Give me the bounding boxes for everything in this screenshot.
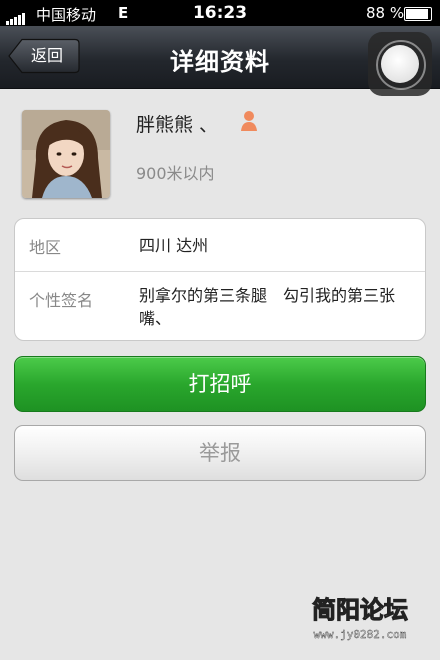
watermark-url: www.jy0282.com <box>314 628 407 641</box>
forum-watermark: 简阳论坛 www.jy0282.com <box>312 596 409 642</box>
battery-icon <box>404 7 432 21</box>
signature-label: 个性签名 <box>29 291 94 310</box>
assistive-touch-button[interactable] <box>368 32 432 96</box>
navigation-bar: 返回 详细资料 <box>0 26 440 96</box>
profile-name: 胖熊熊 、 <box>136 114 219 136</box>
battery-percent: 88 % <box>366 4 405 22</box>
detail-card: 地区 四川 达州 个性签名 别拿尔的第三条腿 勾引我的第三张嘴、 <box>14 218 426 341</box>
report-button[interactable]: 举报 <box>14 425 426 481</box>
region-label: 地区 <box>29 238 62 257</box>
female-gender-icon <box>240 110 258 136</box>
region-value: 四川 达州 <box>139 236 209 255</box>
status-bar: 中国移动 E 16:23 88 % <box>0 0 440 26</box>
watermark-title: 简阳论坛 <box>312 596 408 624</box>
region-row: 地区 四川 达州 <box>15 219 425 272</box>
greet-button[interactable]: 打招呼 <box>14 356 426 412</box>
signature-row: 个性签名 别拿尔的第三条腿 勾引我的第三张嘴、 <box>15 271 425 341</box>
avatar[interactable] <box>22 110 110 198</box>
distance-text: 900米以内 <box>136 164 215 183</box>
signature-value: 别拿尔的第三条腿 勾引我的第三张嘴、 <box>139 286 396 328</box>
